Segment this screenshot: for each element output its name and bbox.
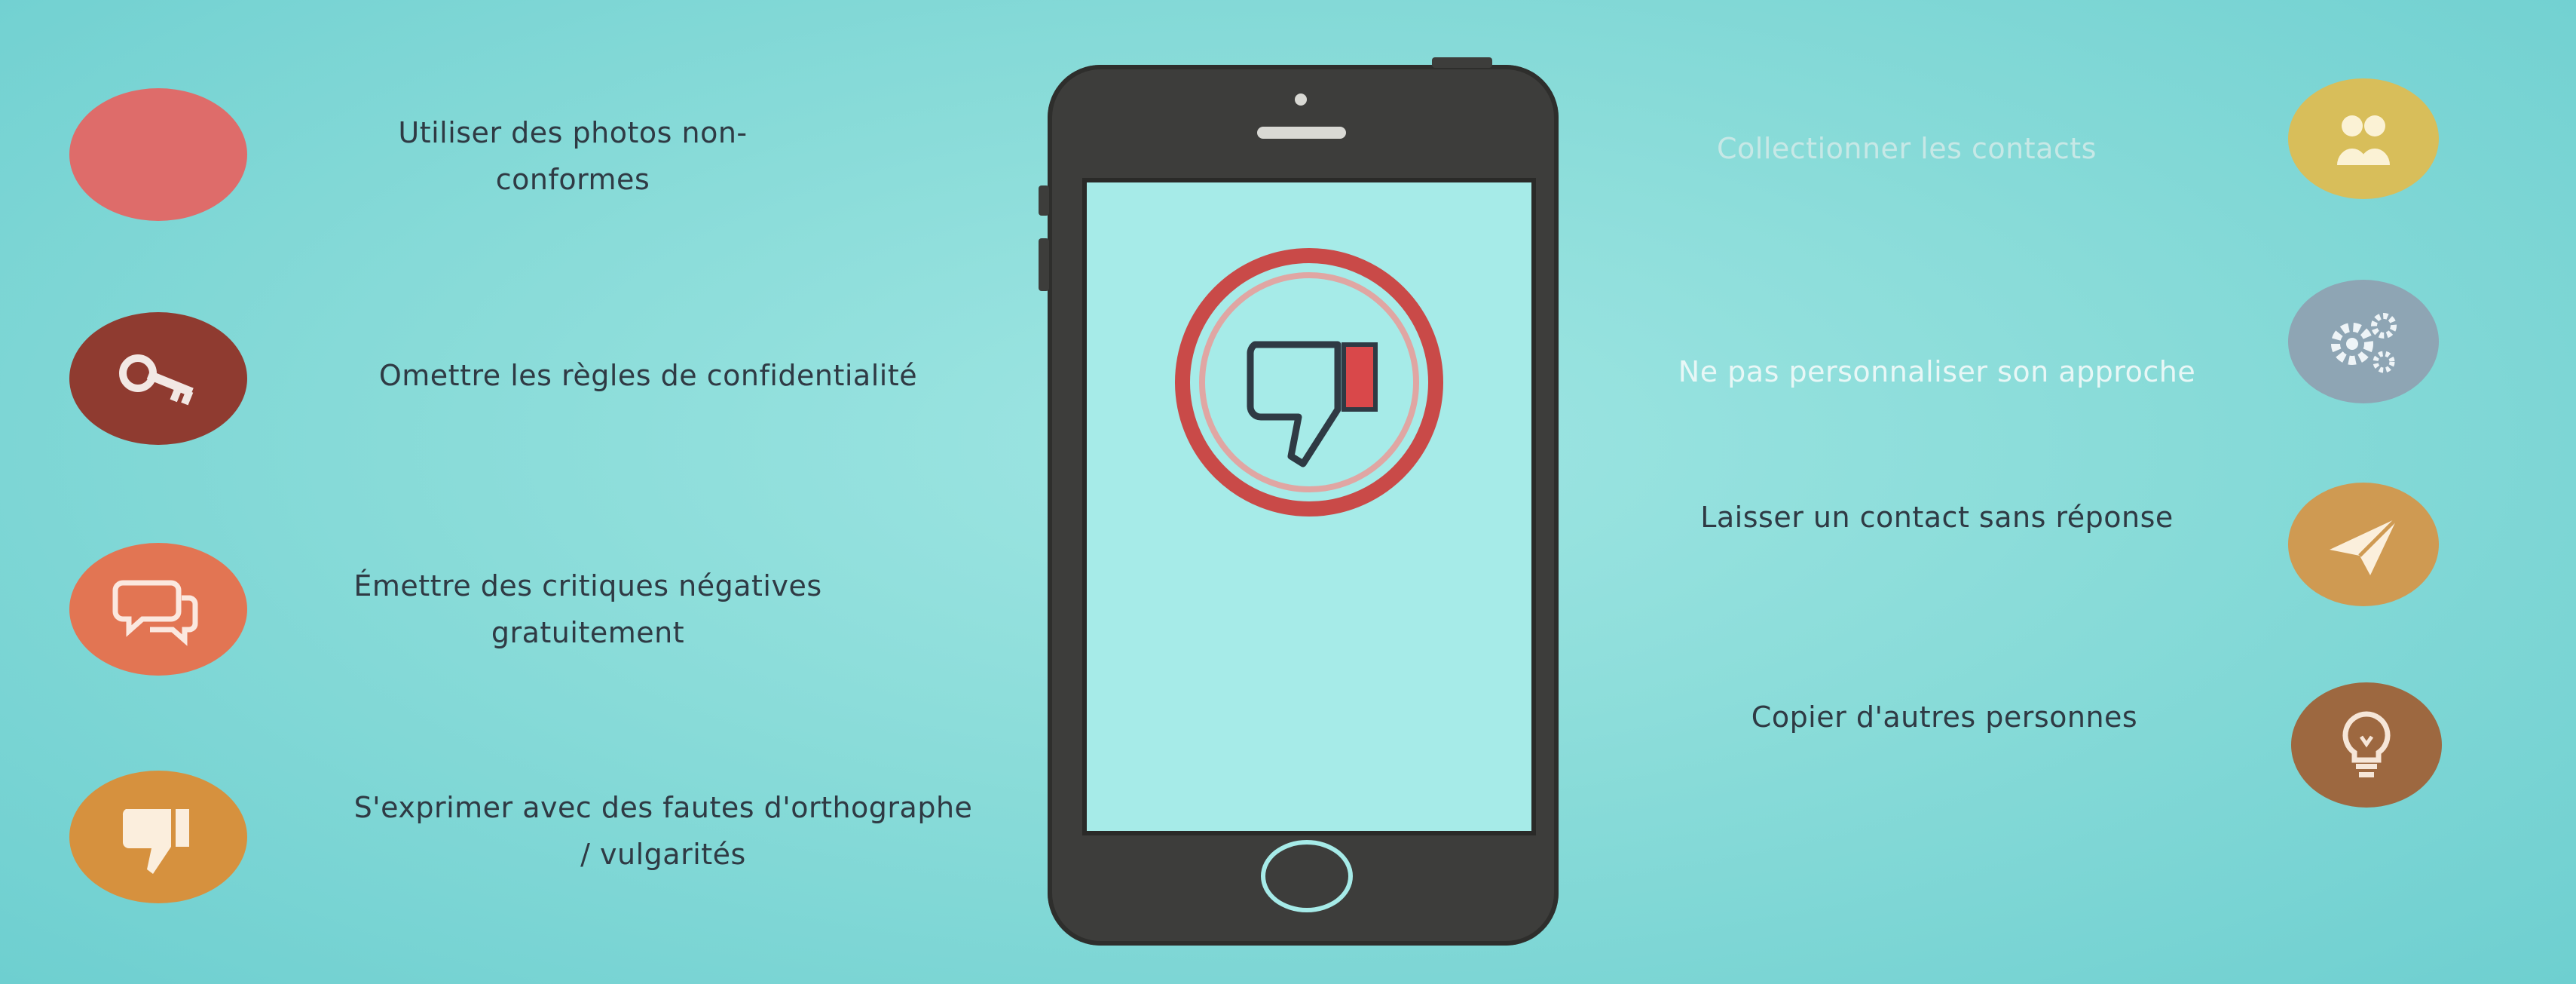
item-text-approche: Ne pas personnaliser son approche (1678, 355, 2196, 388)
phone-screen (1082, 178, 1536, 835)
gears-icon (2288, 280, 2439, 403)
volume-button (1039, 185, 1049, 216)
lightbulb-icon (2291, 682, 2442, 808)
volume-button (1039, 238, 1049, 291)
front-camera (1295, 93, 1307, 106)
photo-icon (69, 88, 247, 221)
item-text-reponse: Laisser un contact sans réponse (1700, 501, 2174, 534)
power-button (1432, 57, 1492, 68)
item-text-confidentialite: Omettre les règles de confidentialité (378, 359, 918, 392)
chat-bubbles-icon (69, 543, 247, 676)
item-text-photos: Utiliser des photos non- conformes (398, 116, 748, 196)
paper-plane-icon (2288, 483, 2439, 606)
key-icon (69, 312, 247, 445)
people-icon (2288, 78, 2439, 199)
smartphone (1039, 57, 1559, 946)
item-text-critiques: Émettre des critiques négatives gratuite… (353, 569, 822, 649)
home-button[interactable] (1261, 840, 1353, 912)
thumbs-down-icon (69, 771, 247, 903)
item-text-contacts: Collectionner les contacts (1717, 132, 2097, 165)
speaker-grill (1257, 127, 1346, 139)
item-text-orthographe: S'exprimer avec des fautes d'orthographe… (353, 791, 973, 871)
item-text-copier: Copier d'autres personnes (1751, 700, 2138, 734)
dislike-thumbs-down-icon (1175, 248, 1443, 517)
